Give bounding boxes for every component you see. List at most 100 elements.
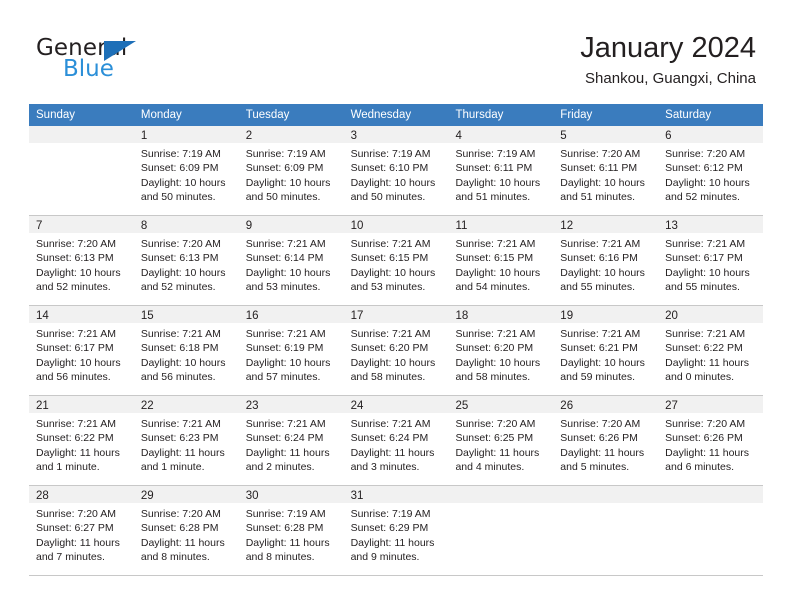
day-details: Sunrise: 7:20 AM Sunset: 6:25 PM Daylight:… xyxy=(448,413,553,475)
calendar-day-cell[interactable]: 6 Sunrise: 7:20 AM Sunset: 6:12 PM Daylight… xyxy=(658,126,764,215)
day-number-strip: 24 xyxy=(343,396,449,413)
calendar-day-cell[interactable]: 3 Sunrise: 7:19 AM Sunset: 6:10 PM Daylight… xyxy=(343,126,449,215)
day-details: Sunrise: 7:19 AM Sunset: 6:29 PM Daylight:… xyxy=(344,503,449,565)
day-details: Sunrise: 7:19 AM Sunset: 6:28 PM Daylight:… xyxy=(239,503,344,565)
day-detail-line: Sunset: 6:18 PM xyxy=(140,342,219,355)
calendar-day-cell[interactable]: 8 Sunrise: 7:20 AM Sunset: 6:13 PM Daylight… xyxy=(133,216,239,305)
day-detail-line: Sunset: 6:27 PM xyxy=(36,522,114,535)
calendar-day-cell[interactable]: 18 Sunrise: 7:21 AM Sunset: 6:20 PM Dayligh… xyxy=(448,306,554,395)
weekday-header-tuesday: Tuesday xyxy=(245,109,290,121)
day-detail-line: Sunset: 6:17 PM xyxy=(36,342,114,355)
calendar-day-cell[interactable]: 1 Sunrise: 7:19 AM Sunset: 6:09 PM Daylight… xyxy=(133,126,239,215)
day-detail-line: Sunrise: 7:21 AM xyxy=(350,328,431,340)
title-block: January 2024 Shankou, Guangxi, China xyxy=(580,30,756,90)
day-detail-line: and 55 minutes. xyxy=(560,281,636,294)
day-detail-line: Sunset: 6:20 PM xyxy=(455,342,534,355)
calendar-day-cell[interactable]: 10 Sunrise: 7:21 AM Sunset: 6:15 PM Dayligh… xyxy=(343,216,449,305)
day-detail-line: Sunrise: 7:19 AM xyxy=(350,148,431,160)
calendar-day-cell[interactable]: 23 Sunrise: 7:21 AM Sunset: 6:24 PM Dayligh… xyxy=(238,396,344,485)
calendar-day-cell[interactable]: 30 Sunrise: 7:19 AM Sunset: 6:28 PM Dayligh… xyxy=(238,486,344,575)
day-detail-line: Sunrise: 7:21 AM xyxy=(350,418,431,430)
calendar-day-cell[interactable]: 15 Sunrise: 7:21 AM Sunset: 6:18 PM Dayligh… xyxy=(133,306,239,395)
day-details: Sunrise: 7:21 AM Sunset: 6:14 PM Daylight:… xyxy=(239,233,344,295)
day-number: 29 xyxy=(140,490,154,502)
calendar-grid: Sunday Monday Tuesday Wednesday Thursday Frid… xyxy=(29,104,764,576)
day-detail-line: Daylight: 11 hours xyxy=(560,446,645,459)
day-number: 31 xyxy=(350,490,364,502)
day-number-strip: 10 xyxy=(343,216,449,233)
day-detail-line: Sunrise: 7:19 AM xyxy=(455,148,536,160)
calendar-day-cell[interactable]: 21 Sunrise: 7:21 AM Sunset: 6:22 PM Dayligh… xyxy=(29,396,134,485)
day-detail-line: Sunset: 6:16 PM xyxy=(560,252,638,265)
day-number: 5 xyxy=(560,130,567,142)
day-detail-line: Daylight: 11 hours xyxy=(36,446,120,459)
day-detail-line: Sunrise: 7:19 AM xyxy=(350,508,431,520)
day-number-strip: 1 xyxy=(133,126,239,143)
day-detail-line: Sunset: 6:28 PM xyxy=(245,522,324,535)
day-number-strip: 7 xyxy=(29,216,134,233)
calendar-week-row: 21 Sunrise: 7:21 AM Sunset: 6:22 PM Dayligh… xyxy=(29,396,764,486)
calendar-day-cell[interactable]: 29 Sunrise: 7:20 AM Sunset: 6:28 PM Dayligh… xyxy=(133,486,239,575)
day-detail-line: Sunset: 6:13 PM xyxy=(140,252,219,265)
calendar-day-cell[interactable]: 12 Sunrise: 7:21 AM Sunset: 6:16 PM Dayligh… xyxy=(553,216,659,305)
day-number-strip: 8 xyxy=(133,216,239,233)
day-detail-line: Daylight: 11 hours xyxy=(665,446,750,459)
calendar-day-cell[interactable]: 5 Sunrise: 7:20 AM Sunset: 6:11 PM Daylight… xyxy=(553,126,659,215)
calendar-day-cell[interactable]: 16 Sunrise: 7:21 AM Sunset: 6:19 PM Dayligh… xyxy=(238,306,344,395)
day-number: 1 xyxy=(140,130,148,142)
day-details: Sunrise: 7:21 AM Sunset: 6:24 PM Daylight:… xyxy=(344,413,449,475)
calendar-day-cell[interactable]: 19 Sunrise: 7:21 AM Sunset: 6:21 PM Dayligh… xyxy=(553,306,659,395)
day-detail-line: and 52 minutes. xyxy=(665,191,740,204)
calendar-day-cell[interactable]: 17 Sunrise: 7:21 AM Sunset: 6:20 PM Dayligh… xyxy=(343,306,449,395)
day-number: 18 xyxy=(455,310,469,322)
calendar-day-cell[interactable]: 14 Sunrise: 7:21 AM Sunset: 6:17 PM Dayligh… xyxy=(29,306,134,395)
day-number-strip: 5 xyxy=(553,126,659,143)
calendar-day-cell[interactable]: 26 Sunrise: 7:20 AM Sunset: 6:26 PM Dayligh… xyxy=(553,396,659,485)
calendar-day-cell[interactable]: 31 Sunrise: 7:19 AM Sunset: 6:29 PM Dayligh… xyxy=(343,486,449,575)
day-number: 16 xyxy=(245,310,259,322)
calendar-day-cell[interactable]: 4 Sunrise: 7:19 AM Sunset: 6:11 PM Daylight… xyxy=(448,126,554,215)
day-detail-line: and 55 minutes. xyxy=(665,281,740,294)
day-number: 6 xyxy=(665,130,672,142)
day-number-strip: 11 xyxy=(448,216,554,233)
day-detail-line: Sunrise: 7:21 AM xyxy=(560,328,641,340)
day-number-strip: 4 xyxy=(448,126,554,143)
day-detail-line: Daylight: 11 hours xyxy=(350,536,435,549)
day-number-strip: 25 xyxy=(448,396,554,413)
day-detail-line: and 50 minutes. xyxy=(245,191,321,204)
day-detail-line: Sunrise: 7:21 AM xyxy=(245,418,326,430)
day-detail-line: Daylight: 11 hours xyxy=(455,446,540,459)
page-header: General Blue January 2024 Shankou, Guang… xyxy=(0,0,792,100)
calendar-day-cell[interactable]: 7 Sunrise: 7:20 AM Sunset: 6:13 PM Daylight… xyxy=(29,216,134,305)
day-detail-line: and 56 minutes. xyxy=(36,371,111,384)
general-blue-logo[interactable]: General Blue xyxy=(36,36,166,82)
calendar-day-cell[interactable]: 13 Sunrise: 7:21 AM Sunset: 6:17 PM Dayligh… xyxy=(658,216,764,305)
day-detail-line: Sunset: 6:23 PM xyxy=(140,432,219,445)
calendar-day-cell[interactable]: 24 Sunrise: 7:21 AM Sunset: 6:24 PM Dayligh… xyxy=(343,396,449,485)
day-detail-line: Sunset: 6:09 PM xyxy=(245,162,324,175)
day-details: Sunrise: 7:20 AM Sunset: 6:28 PM Daylight:… xyxy=(134,503,239,565)
day-details: Sunrise: 7:21 AM Sunset: 6:22 PM Daylight:… xyxy=(658,323,763,385)
day-detail-line: and 51 minutes. xyxy=(560,191,636,204)
day-details xyxy=(553,503,658,507)
day-detail-line: and 2 minutes. xyxy=(245,461,315,474)
calendar-day-cell[interactable]: 28 Sunrise: 7:20 AM Sunset: 6:27 PM Dayligh… xyxy=(29,486,134,575)
calendar-day-cell[interactable]: 2 Sunrise: 7:19 AM Sunset: 6:09 PM Daylight… xyxy=(238,126,344,215)
day-detail-line: Sunrise: 7:21 AM xyxy=(36,328,116,340)
calendar-day-cell[interactable]: 22 Sunrise: 7:21 AM Sunset: 6:23 PM Dayligh… xyxy=(133,396,239,485)
calendar-cell-empty xyxy=(658,486,764,575)
calendar-day-cell[interactable]: 25 Sunrise: 7:20 AM Sunset: 6:25 PM Dayligh… xyxy=(448,396,554,485)
day-details: Sunrise: 7:19 AM Sunset: 6:09 PM Daylight:… xyxy=(134,143,239,205)
day-details: Sunrise: 7:21 AM Sunset: 6:17 PM Daylight:… xyxy=(658,233,763,295)
day-detail-line: Sunset: 6:26 PM xyxy=(560,432,638,445)
day-number-strip: 21 xyxy=(29,396,134,413)
calendar-day-cell[interactable]: 20 Sunrise: 7:21 AM Sunset: 6:22 PM Dayligh… xyxy=(658,306,764,395)
calendar-day-cell[interactable]: 27 Sunrise: 7:20 AM Sunset: 6:26 PM Dayligh… xyxy=(658,396,764,485)
calendar-day-cell[interactable]: 11 Sunrise: 7:21 AM Sunset: 6:15 PM Dayligh… xyxy=(448,216,554,305)
calendar-day-cell[interactable]: 9 Sunrise: 7:21 AM Sunset: 6:14 PM Daylight… xyxy=(238,216,344,305)
day-details: Sunrise: 7:20 AM Sunset: 6:13 PM Daylight:… xyxy=(29,233,134,295)
weekday-header-row: Sunday Monday Tuesday Wednesday Thursday Frid… xyxy=(29,104,763,126)
day-detail-line: Sunrise: 7:20 AM xyxy=(665,418,746,430)
day-detail-line: Sunrise: 7:21 AM xyxy=(140,328,221,340)
day-number: 27 xyxy=(665,400,678,412)
